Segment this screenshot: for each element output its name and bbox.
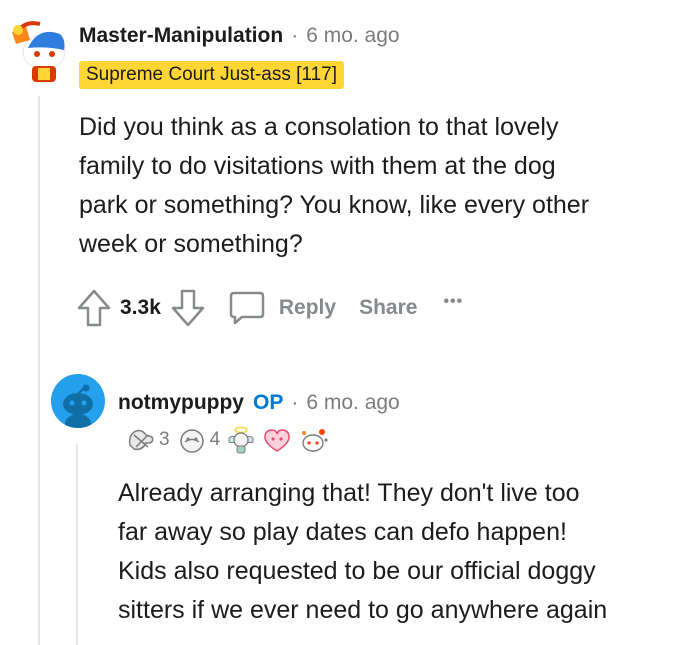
comment-body-line: week or something? [79, 230, 303, 258]
more-options-button[interactable]: ••• [443, 293, 463, 311]
heart-eyes-icon [264, 429, 290, 452]
reply-timestamp[interactable]: 6 mo. ago [306, 391, 399, 415]
user-flair: Supreme Court Just-ass [117] [79, 61, 344, 89]
comment-author[interactable]: Master-Manipulation [79, 24, 283, 48]
thread-line-reply[interactable] [76, 444, 78, 645]
award-item[interactable] [262, 427, 292, 453]
award-count: 4 [209, 429, 221, 450]
reply-author[interactable]: notmypuppy [118, 391, 244, 415]
comment-body-line: park or something? You know, like every … [79, 191, 590, 219]
reply-body: Already arranging that! They don't live … [118, 474, 698, 630]
reply-body-line: far away so play dates can defo happen! [118, 518, 567, 546]
upvote-arrow-icon [77, 289, 111, 327]
avatar[interactable] [6, 10, 70, 84]
meta-separator: · [291, 24, 299, 47]
award-item[interactable] [226, 426, 256, 454]
vote-count: 3.3k [120, 296, 161, 319]
reply-avatar[interactable] [51, 374, 105, 428]
downvote-button[interactable] [170, 288, 206, 328]
reply-label[interactable]: Reply [279, 296, 336, 320]
reply-button[interactable]: Reply [228, 290, 336, 326]
award-count: 3 [159, 429, 170, 450]
comment-bubble-icon [229, 291, 265, 325]
share-button[interactable]: Share [359, 296, 417, 320]
award-item[interactable]: 4 [176, 427, 221, 453]
angel-icon [228, 426, 254, 454]
comment-timestamp[interactable]: 6 mo. ago [306, 24, 399, 48]
meta-separator: · [291, 391, 299, 414]
comment-body-line: Did you think as a consolation to that l… [79, 113, 559, 141]
reply-body-line: Kids also requested to be our official d… [118, 557, 596, 585]
comment-body: Did you think as a consolation to that l… [79, 108, 669, 264]
award-item[interactable] [298, 426, 330, 454]
awards-row: 3 4 [126, 426, 336, 454]
snoo-avatar-icon [12, 21, 66, 84]
wholesome-seal-icon [128, 429, 154, 451]
reply-body-line: Already arranging that! They don't live … [118, 479, 580, 507]
downvote-arrow-icon [171, 289, 205, 327]
op-badge: OP [253, 391, 284, 414]
award-item[interactable]: 3 [126, 427, 170, 453]
comment-actions: 3.3k Reply Share ••• [76, 288, 463, 328]
reply-body-line: sitters if we ever need to go anywhere a… [118, 596, 608, 624]
reply-meta: notmypuppy OP · 6 mo. ago [118, 391, 400, 415]
comment-meta: Master-Manipulation · 6 mo. ago [79, 24, 400, 48]
bless-up-icon [179, 429, 204, 453]
comment-body-line: family to do visitations with them at th… [79, 152, 556, 180]
snoo-avatar-icon [63, 384, 93, 428]
snoo-party-icon [302, 429, 328, 452]
upvote-button[interactable] [76, 288, 112, 328]
thread-line-parent[interactable] [38, 96, 40, 645]
